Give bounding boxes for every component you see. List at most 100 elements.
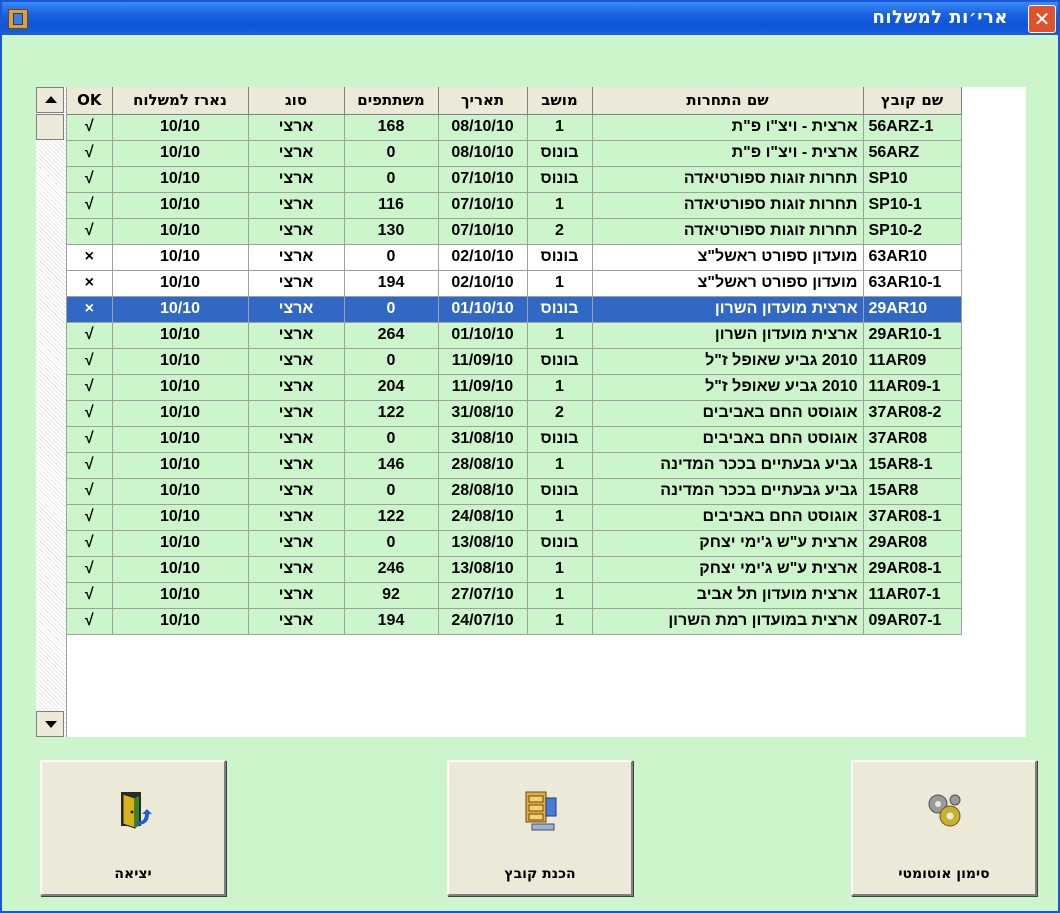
- ok-status-cell[interactable]: √: [67, 322, 113, 349]
- ok-status-cell[interactable]: √: [67, 114, 113, 141]
- scroll-thumb[interactable]: [36, 114, 64, 140]
- sent-date-cell: 10/10: [112, 166, 249, 193]
- auto-mark-button[interactable]: סימון אוטומטי: [851, 760, 1037, 896]
- table-row[interactable]: √ 10/10 ארצי 194 24/07/10 1 ארצית במועדון רמת …: [67, 608, 962, 635]
- date-cell: 24/07/10: [438, 608, 528, 635]
- date-cell: 08/10/10: [438, 140, 528, 167]
- file-cell: 37AR08-1: [863, 504, 962, 531]
- close-button[interactable]: ✕: [1028, 5, 1056, 33]
- participants-cell: 122: [344, 504, 439, 531]
- prepare-file-button-label: הכנת קובץ: [504, 866, 576, 882]
- table-row[interactable]: × 10/10 ארצי 0 01/10/10 בונוס ארצית מועדון השר…: [67, 296, 962, 323]
- competition-cell: תחרות זוגות ספורטיאדה: [592, 192, 864, 219]
- col-date-header[interactable]: תאריך: [438, 87, 528, 115]
- ok-status-cell[interactable]: √: [67, 478, 113, 505]
- title-bar[interactable]: ארי׳ות למשלוח ✕: [2, 2, 1058, 35]
- table-row[interactable]: √ 10/10 ארצי 0 28/08/10 בונוס גביע גבעתיים בככ…: [67, 478, 962, 505]
- ok-status-cell[interactable]: ×: [67, 296, 113, 323]
- sent-date-cell: 10/10: [112, 296, 249, 323]
- ok-status-cell[interactable]: √: [67, 218, 113, 245]
- ok-status-cell[interactable]: √: [67, 400, 113, 427]
- table-row[interactable]: √ 10/10 ארצי 168 08/10/10 1 ארצית - ויצ"ו פ"ת 5…: [67, 114, 962, 141]
- table-row[interactable]: √ 10/10 ארצי 0 07/10/10 בונוס תחרות זוגות ספור…: [67, 166, 962, 193]
- table-row[interactable]: √ 10/10 ארצי 264 01/10/10 1 ארצית מועדון השרון…: [67, 322, 962, 349]
- file-cell: 29AR10: [863, 296, 962, 323]
- ok-status-cell[interactable]: √: [67, 608, 113, 635]
- ok-status-cell[interactable]: √: [67, 374, 113, 401]
- ok-status-cell[interactable]: ×: [67, 270, 113, 297]
- date-cell: 24/08/10: [438, 504, 528, 531]
- col-type-header[interactable]: סוג: [248, 87, 345, 115]
- type-cell: ארצי: [248, 478, 345, 505]
- date-cell: 31/08/10: [438, 400, 528, 427]
- type-cell: ארצי: [248, 426, 345, 453]
- sent-date-cell: 10/10: [112, 140, 249, 167]
- sent-date-cell: 10/10: [112, 348, 249, 375]
- app-icon: [8, 9, 28, 29]
- participants-cell: 204: [344, 374, 439, 401]
- col-competition-header[interactable]: שם התחרות: [592, 87, 864, 115]
- sent-date-cell: 10/10: [112, 218, 249, 245]
- table-row[interactable]: × 10/10 ארצי 194 02/10/10 1 מועדון ספורט ראשל"…: [67, 270, 962, 297]
- ok-status-cell[interactable]: √: [67, 556, 113, 583]
- table-row[interactable]: √ 10/10 ארצי 0 31/08/10 בונוס אוגוסט החם באביב…: [67, 426, 962, 453]
- ok-status-cell[interactable]: √: [67, 348, 113, 375]
- session-cell: בונוס: [527, 426, 593, 453]
- table-row[interactable]: √ 10/10 ארצי 122 31/08/10 2 אוגוסט החם באביבים…: [67, 400, 962, 427]
- sent-date-cell: 10/10: [112, 530, 249, 557]
- table-row[interactable]: √ 10/10 ארצי 92 27/07/10 1 ארצית מועדון תל אבי…: [67, 582, 962, 609]
- session-cell: בונוס: [527, 348, 593, 375]
- prepare-file-button[interactable]: הכנת קובץ: [447, 760, 633, 896]
- table-row[interactable]: √ 10/10 ארצי 116 07/10/10 1 תחרות זוגות ספורטי…: [67, 192, 962, 219]
- date-cell: 01/10/10: [438, 296, 528, 323]
- type-cell: ארצי: [248, 504, 345, 531]
- table-row[interactable]: √ 10/10 ארצי 246 13/08/10 1 ארצית ע"ש ג'ימי יצ…: [67, 556, 962, 583]
- table-row[interactable]: √ 10/10 ארצי 0 11/09/10 בונוס 2010 גביע שאופל …: [67, 348, 962, 375]
- ok-status-cell[interactable]: ×: [67, 244, 113, 271]
- table-row[interactable]: √ 10/10 ארצי 0 08/10/10 בונוס ארצית - ויצ"ו פ"…: [67, 140, 962, 167]
- table-row[interactable]: √ 10/10 ארצי 146 28/08/10 1 גביע גבעתיים בככר …: [67, 452, 962, 479]
- sent-date-cell: 10/10: [112, 322, 249, 349]
- date-cell: 28/08/10: [438, 478, 528, 505]
- col-ok-header[interactable]: OK: [67, 87, 113, 115]
- col-participants-header[interactable]: משתתפים: [344, 87, 439, 115]
- participants-cell: 194: [344, 608, 439, 635]
- scroll-down-button[interactable]: [36, 711, 64, 737]
- header-row: OK נארז למשלוח סוג משתתפים תאריך מושב שם…: [67, 87, 962, 115]
- competition-cell: ארצית מועדון השרון: [592, 322, 864, 349]
- file-cell: SP10: [863, 166, 962, 193]
- date-cell: 02/10/10: [438, 270, 528, 297]
- type-cell: ארצי: [248, 608, 345, 635]
- date-cell: 07/10/10: [438, 218, 528, 245]
- col-sent-header[interactable]: נארז למשלוח: [112, 87, 249, 115]
- competition-cell: תחרות זוגות ספורטיאדה: [592, 218, 864, 245]
- table-row[interactable]: √ 10/10 ארצי 122 24/08/10 1 אוגוסט החם באביבים…: [67, 504, 962, 531]
- ok-status-cell[interactable]: √: [67, 452, 113, 479]
- type-cell: ארצי: [248, 166, 345, 193]
- sent-date-cell: 10/10: [112, 504, 249, 531]
- ok-status-cell[interactable]: √: [67, 166, 113, 193]
- col-session-header[interactable]: מושב: [527, 87, 593, 115]
- table-row[interactable]: × 10/10 ארצי 0 02/10/10 בונוס מועדון ספורט ראש…: [67, 244, 962, 271]
- ok-status-cell[interactable]: √: [67, 140, 113, 167]
- type-cell: ארצי: [248, 140, 345, 167]
- exit-button[interactable]: יציאה: [40, 760, 226, 896]
- ok-status-cell[interactable]: √: [67, 530, 113, 557]
- ok-status-cell[interactable]: √: [67, 426, 113, 453]
- table-row[interactable]: √ 10/10 ארצי 204 11/09/10 1 2010 גביע שאופל ז"…: [67, 374, 962, 401]
- competition-cell: גביע גבעתיים בככר המדינה: [592, 452, 864, 479]
- type-cell: ארצי: [248, 296, 345, 323]
- type-cell: ארצי: [248, 374, 345, 401]
- files-grid[interactable]: OK נארז למשלוח סוג משתתפים תאריך מושב שם…: [36, 87, 1026, 737]
- vertical-scrollbar[interactable]: [36, 87, 67, 737]
- ok-status-cell[interactable]: √: [67, 192, 113, 219]
- col-file-header[interactable]: שם קובץ: [863, 87, 962, 115]
- session-cell: 1: [527, 452, 593, 479]
- date-cell: 31/08/10: [438, 426, 528, 453]
- ok-status-cell[interactable]: √: [67, 582, 113, 609]
- table-row[interactable]: √ 10/10 ארצי 0 13/08/10 בונוס ארצית ע"ש ג'ימי …: [67, 530, 962, 557]
- table-row[interactable]: √ 10/10 ארצי 130 07/10/10 2 תחרות זוגות ספורטי…: [67, 218, 962, 245]
- scroll-up-button[interactable]: [36, 87, 64, 113]
- ok-status-cell[interactable]: √: [67, 504, 113, 531]
- date-cell: 02/10/10: [438, 244, 528, 271]
